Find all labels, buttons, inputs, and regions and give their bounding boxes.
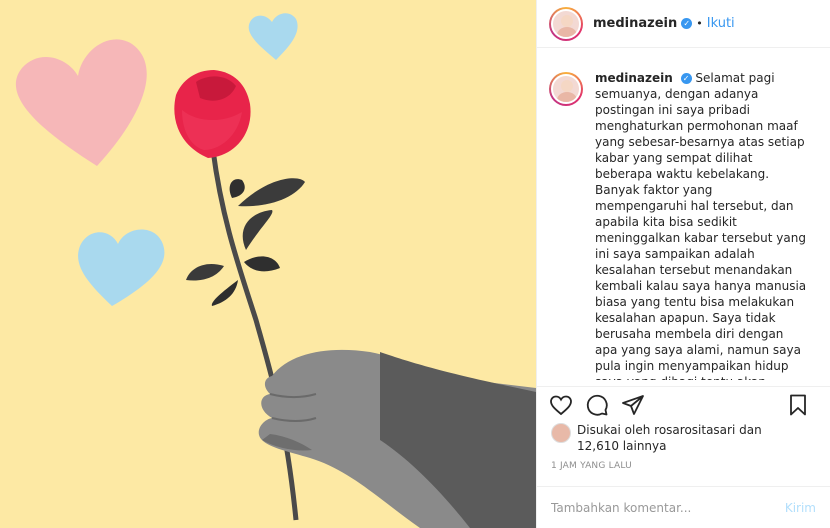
post-timestamp[interactable]: 1 JAM YANG LALU	[551, 461, 632, 471]
comment-icon[interactable]	[585, 393, 609, 417]
separator-dot: •	[696, 17, 703, 30]
instagram-post: medinazein ✓ • Ikuti medinazein ✓ Selama…	[0, 0, 830, 528]
pink-heart-shape	[15, 39, 147, 166]
verified-badge-icon: ✓	[680, 73, 692, 84]
comment-input[interactable]	[551, 500, 785, 515]
caption-text: Selamat pagi semuanya, dengan adanya pos…	[595, 71, 807, 380]
leaf	[244, 256, 280, 272]
verified-badge-icon: ✓	[681, 18, 693, 29]
liker-avatar[interactable]	[551, 423, 571, 443]
follow-button[interactable]: Ikuti	[707, 16, 735, 31]
send-button[interactable]: Kirim	[785, 501, 816, 515]
leaf	[186, 263, 224, 281]
avatar[interactable]	[549, 72, 583, 106]
blue-heart-shape-top	[248, 13, 298, 60]
leaf	[242, 210, 273, 250]
caption-text-block: medinazein ✓ Selamat pagi semuanya, deng…	[595, 70, 807, 380]
comments-area[interactable]: medinazein ✓ Selamat pagi semuanya, deng…	[537, 56, 830, 380]
caption-username[interactable]: medinazein	[595, 71, 673, 85]
bookmark-icon[interactable]	[786, 393, 810, 417]
post-header: medinazein ✓ • Ikuti	[537, 0, 830, 48]
post-image[interactable]	[0, 0, 536, 528]
add-comment-bar: Kirim	[537, 486, 830, 528]
leaf	[238, 178, 305, 207]
leaf	[229, 179, 245, 198]
header-username[interactable]: medinazein	[593, 16, 677, 31]
heart-icon[interactable]	[549, 393, 573, 417]
likes-line1: Disukai oleh rosarositasari dan	[577, 423, 762, 437]
likes-text[interactable]: Disukai oleh rosarositasari dan 12,610 l…	[577, 422, 762, 454]
avatar[interactable]	[549, 6, 583, 41]
likes-count[interactable]: 12,610 lainnya	[577, 438, 762, 454]
rose-illustration	[15, 13, 536, 528]
share-icon[interactable]	[621, 393, 645, 417]
caption-comment: medinazein ✓ Selamat pagi semuanya, deng…	[549, 70, 818, 380]
likes-summary: Disukai oleh rosarositasari dan 12,610 l…	[551, 422, 820, 454]
blue-heart-shape-left	[78, 229, 165, 306]
action-bar	[537, 386, 830, 422]
leaf	[211, 280, 238, 306]
post-side-panel: medinazein ✓ • Ikuti medinazein ✓ Selama…	[536, 0, 830, 528]
